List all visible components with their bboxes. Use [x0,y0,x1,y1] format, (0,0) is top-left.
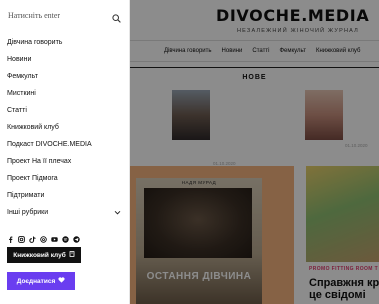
donate-button[interactable]: Доєднатися [7,272,75,290]
menu-item-project-na-yiyi-plechakh[interactable]: Проект На її плечах [7,153,125,170]
heart-icon [58,277,65,285]
drawer-overlay[interactable] [130,0,379,304]
book-icon [69,251,75,259]
threads-icon[interactable] [40,230,47,243]
search-input[interactable] [8,9,108,21]
spotify-icon[interactable] [62,230,69,243]
other-rubrics-label: Інші рубрики [7,209,49,216]
menu-item-other-rubrics[interactable]: Інші рубрики [7,204,125,221]
social-links [7,230,80,243]
facebook-icon[interactable] [7,230,14,243]
menu-item-project-pidmoha[interactable]: Проект Підмога [7,170,125,187]
menu-item-femkult[interactable]: Фемкульт [7,68,125,85]
menu-item-book-club[interactable]: Книжковий клуб [7,119,125,136]
book-club-button[interactable]: Книжковий клуб [7,247,81,263]
menu-item-divchyna-hovoryt[interactable]: Дівчина говорить [7,34,125,51]
menu-item-news[interactable]: Новини [7,51,125,68]
search-icon[interactable] [112,10,121,23]
side-drawer: Дівчина говорить Новини Фемкульт Мисткин… [0,0,130,304]
search-bar [0,0,130,30]
menu-item-artists[interactable]: Мисткині [7,85,125,102]
instagram-icon[interactable] [18,230,25,243]
drawer-menu: Дівчина говорить Новини Фемкульт Мисткин… [7,34,125,221]
chevron-down-icon [114,209,121,216]
tiktok-icon[interactable] [29,230,36,243]
book-club-button-label: Книжковий клуб [13,251,66,259]
telegram-icon[interactable] [73,230,80,243]
youtube-icon[interactable] [51,230,58,242]
menu-item-support[interactable]: Підтримати [7,187,125,204]
menu-item-podcast[interactable]: Подкаст DIVOCHE.MEDIA [7,136,125,153]
donate-button-label: Доєднатися [16,277,56,285]
menu-item-articles[interactable]: Статті [7,102,125,119]
